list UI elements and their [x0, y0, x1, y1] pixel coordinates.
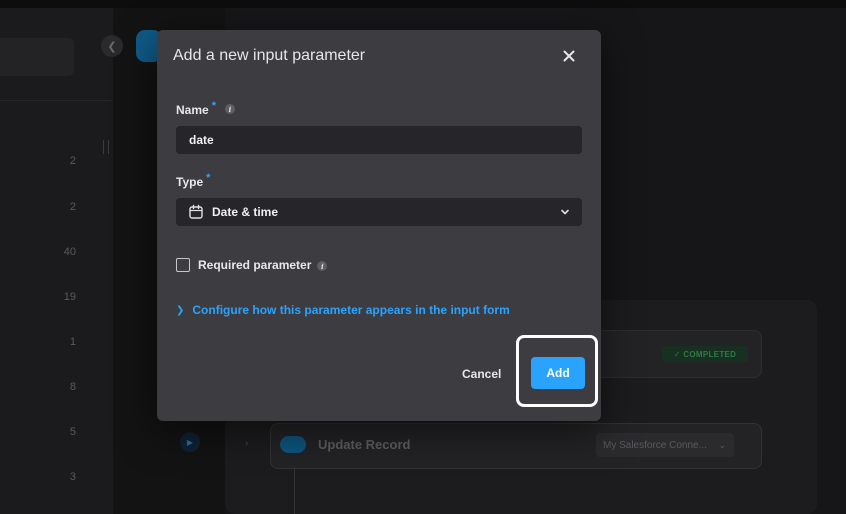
cancel-button[interactable]: Cancel	[462, 365, 501, 383]
name-input[interactable]	[176, 126, 582, 154]
calendar-icon	[188, 204, 204, 220]
type-select-value: Date & time	[212, 205, 279, 219]
info-icon[interactable]: i	[317, 261, 328, 271]
row-count: 1	[69, 336, 76, 348]
row-count: 2	[69, 201, 76, 213]
required-checkbox[interactable]	[176, 258, 190, 272]
completed-badge: ✓ COMPLETED	[662, 346, 748, 362]
play-icon[interactable]: ▶	[180, 432, 200, 452]
step-title: Update Record	[318, 437, 411, 452]
row-count: 3	[69, 471, 76, 483]
chevron-right-icon: ❯	[176, 304, 185, 316]
row-count: 19	[63, 291, 76, 303]
chevron-down-icon: ⌄	[718, 439, 726, 450]
info-icon[interactable]: i	[224, 104, 235, 114]
row-count: 5	[69, 426, 76, 438]
type-select[interactable]: Date & time	[176, 198, 582, 226]
connection-select[interactable]: My Salesforce Conne... ⌄	[596, 433, 734, 457]
required-marker: *	[211, 100, 216, 112]
step-connector	[294, 467, 295, 514]
chevron-left-icon: ❮	[107, 40, 117, 53]
name-label-text: Name	[176, 103, 209, 117]
chevron-right-icon[interactable]: ›	[245, 438, 248, 449]
type-label-text: Type	[176, 175, 204, 189]
configure-link-text: Configure how this parameter appears in …	[192, 303, 510, 317]
add-button[interactable]: Add	[531, 357, 585, 389]
chevron-down-icon	[560, 207, 570, 217]
type-label: Type *	[176, 172, 211, 189]
configure-form-link[interactable]: ❯ Configure how this parameter appears i…	[176, 303, 510, 317]
search-box[interactable]	[0, 38, 74, 76]
close-icon	[563, 50, 575, 62]
panel-divider	[0, 100, 113, 101]
required-label[interactable]: Required parameter	[198, 258, 311, 272]
dialog-title: Add a new input parameter	[173, 47, 366, 64]
row-count: 40	[63, 246, 76, 258]
left-panel	[0, 8, 113, 514]
row-count: 2	[69, 155, 76, 167]
close-button[interactable]	[559, 46, 579, 66]
required-parameter-row: Required parameter i	[176, 258, 328, 272]
salesforce-icon	[280, 436, 306, 453]
connection-select-value: My Salesforce Conne...	[603, 439, 707, 451]
row-count: 8	[69, 381, 76, 393]
name-label: Name * i	[176, 100, 235, 117]
resize-handle[interactable]	[103, 140, 109, 154]
top-bar	[0, 0, 846, 8]
collapse-panel-button[interactable]: ❮	[101, 35, 123, 57]
required-marker: *	[206, 172, 211, 184]
